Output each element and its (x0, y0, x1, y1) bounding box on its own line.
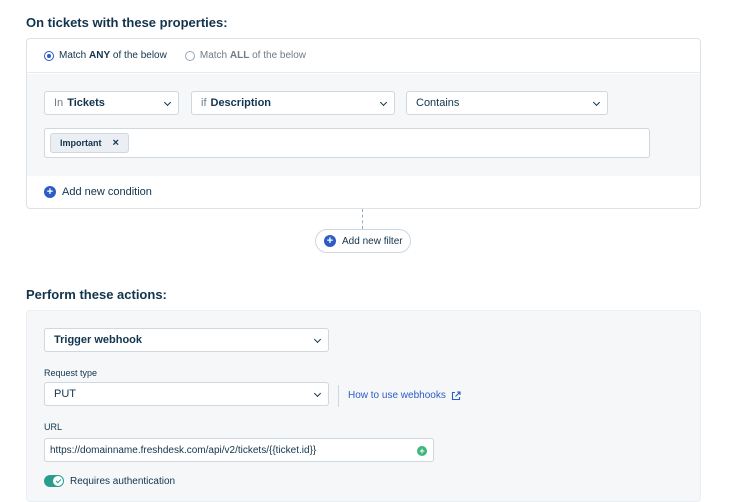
match-any-option[interactable]: Match ANY of the below (44, 50, 167, 61)
match-any-radio[interactable] (44, 50, 54, 61)
value-tags-input[interactable]: Important × (44, 128, 650, 158)
scope-prefix: In (54, 97, 64, 109)
plus-circle-icon: + (324, 235, 336, 247)
webhook-help-label: How to use webhooks (348, 390, 446, 401)
external-link-icon (451, 390, 461, 400)
request-type-dropdown[interactable]: PUT (44, 382, 329, 406)
add-condition-label: Add new condition (62, 186, 152, 198)
divider (338, 385, 339, 407)
tag-chip: Important × (50, 133, 129, 153)
chevron-down-icon (313, 335, 322, 344)
chevron-down-icon (379, 98, 388, 107)
operator-value: Contains (416, 97, 460, 109)
field-dropdown[interactable]: if Description (191, 91, 395, 115)
requires-auth-label: Requires authentication (70, 475, 176, 487)
action-type-value: Trigger webhook (54, 334, 143, 346)
actions-title: Perform these actions: (26, 287, 167, 302)
remove-tag-icon[interactable]: × (113, 137, 119, 149)
match-type-bar: Match ANY of the below Match ALL of the … (27, 39, 700, 73)
add-filter-label: Add new filter (342, 235, 403, 247)
requires-auth-row: Requires authentication (44, 475, 175, 487)
match-all-radio[interactable] (184, 50, 195, 61)
action-type-dropdown[interactable]: Trigger webhook (44, 328, 329, 352)
webhook-help-link[interactable]: How to use webhooks (348, 390, 461, 401)
conditions-title: On tickets with these properties: (26, 15, 228, 30)
condition-row-area: In Tickets if Description Contains Impor… (27, 74, 700, 176)
operator-dropdown[interactable]: Contains (406, 91, 608, 115)
tag-label: Important (60, 138, 102, 148)
conditions-card: Match ANY of the below Match ALL of the … (26, 38, 701, 209)
chevron-down-icon (313, 389, 322, 398)
match-all-option[interactable]: Match ALL of the below (184, 50, 307, 61)
match-any-label: Match ANY of the below (59, 50, 167, 61)
field-value: Description (210, 97, 272, 109)
plus-circle-icon: + (44, 186, 56, 198)
match-all-label: Match ALL of the below (199, 50, 307, 61)
scope-value: Tickets (67, 97, 105, 109)
url-input[interactable]: https://domainname.freshdesk.com/api/v2/… (44, 438, 434, 462)
requires-auth-toggle[interactable] (44, 475, 64, 487)
request-type-label: Request type (44, 368, 98, 378)
field-prefix: if (201, 97, 207, 109)
filter-connector (362, 209, 363, 229)
request-type-value: PUT (54, 388, 76, 400)
url-label: URL (44, 422, 63, 432)
insert-placeholder-icon[interactable]: + (417, 446, 427, 456)
scope-dropdown[interactable]: In Tickets (44, 91, 179, 115)
add-condition-button[interactable]: + Add new condition (44, 186, 152, 198)
add-filter-button[interactable]: + Add new filter (315, 229, 411, 253)
actions-card: Trigger webhook Request type PUT How to … (26, 310, 701, 502)
chevron-down-icon (592, 98, 601, 107)
url-value: https://domainname.freshdesk.com/api/v2/… (50, 444, 317, 456)
chevron-down-icon (163, 98, 172, 107)
